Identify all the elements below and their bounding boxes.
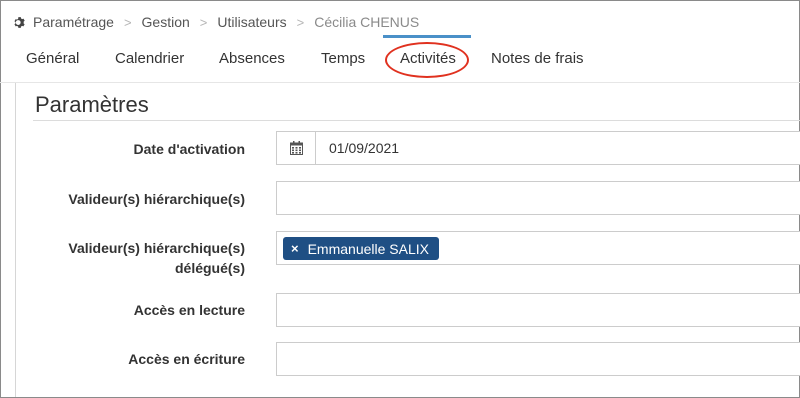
calendar-icon[interactable]: [277, 132, 316, 164]
breadcrumb-item-gestion[interactable]: Gestion: [142, 14, 190, 30]
activation-date-field[interactable]: 01/09/2021: [276, 131, 800, 165]
gear-icon: [12, 15, 26, 29]
delegated-validators-field[interactable]: × Emmanuelle SALIX: [276, 231, 800, 265]
breadcrumb-separator: >: [123, 14, 132, 30]
validators-field[interactable]: [276, 181, 800, 215]
delegated-validators-label-line1: Valideur(s) hiérarchique(s): [68, 240, 245, 256]
tab-absences[interactable]: Absences: [219, 50, 285, 67]
active-tab-indicator: [383, 35, 471, 38]
tab-notes-de-frais[interactable]: Notes de frais: [491, 50, 584, 67]
read-access-label: Accès en lecture: [133, 302, 245, 318]
write-access-field[interactable]: [276, 342, 800, 376]
breadcrumb-item-parametrage[interactable]: Paramétrage: [33, 14, 114, 30]
breadcrumb-item-utilisateurs[interactable]: Utilisateurs: [217, 14, 286, 30]
activation-date-label: Date d'activation: [133, 141, 245, 157]
read-access-field[interactable]: [276, 293, 800, 327]
tag-label: Emmanuelle SALIX: [307, 240, 429, 257]
breadcrumb-item-current-user: Cécilia CHENUS: [314, 14, 420, 30]
remove-tag-icon[interactable]: ×: [291, 241, 299, 256]
write-access-label: Accès en écriture: [128, 351, 245, 367]
annotation-circle: [385, 42, 469, 78]
breadcrumb: Paramétrage > Gestion > Utilisateurs > C…: [12, 9, 419, 35]
tab-temps[interactable]: Temps: [321, 50, 365, 67]
validators-label: Valideur(s) hiérarchique(s): [68, 191, 245, 207]
delegated-validators-label-line2: délégué(s): [174, 260, 245, 276]
breadcrumb-separator: >: [199, 14, 208, 30]
selected-user-tag: × Emmanuelle SALIX: [283, 237, 439, 260]
breadcrumb-separator: >: [296, 14, 305, 30]
section-title: Paramètres: [35, 92, 149, 117]
tab-general[interactable]: Général: [26, 50, 79, 67]
tab-calendrier[interactable]: Calendrier: [115, 50, 184, 67]
section-divider: [33, 120, 800, 121]
activation-date-value: 01/09/2021: [329, 140, 400, 156]
